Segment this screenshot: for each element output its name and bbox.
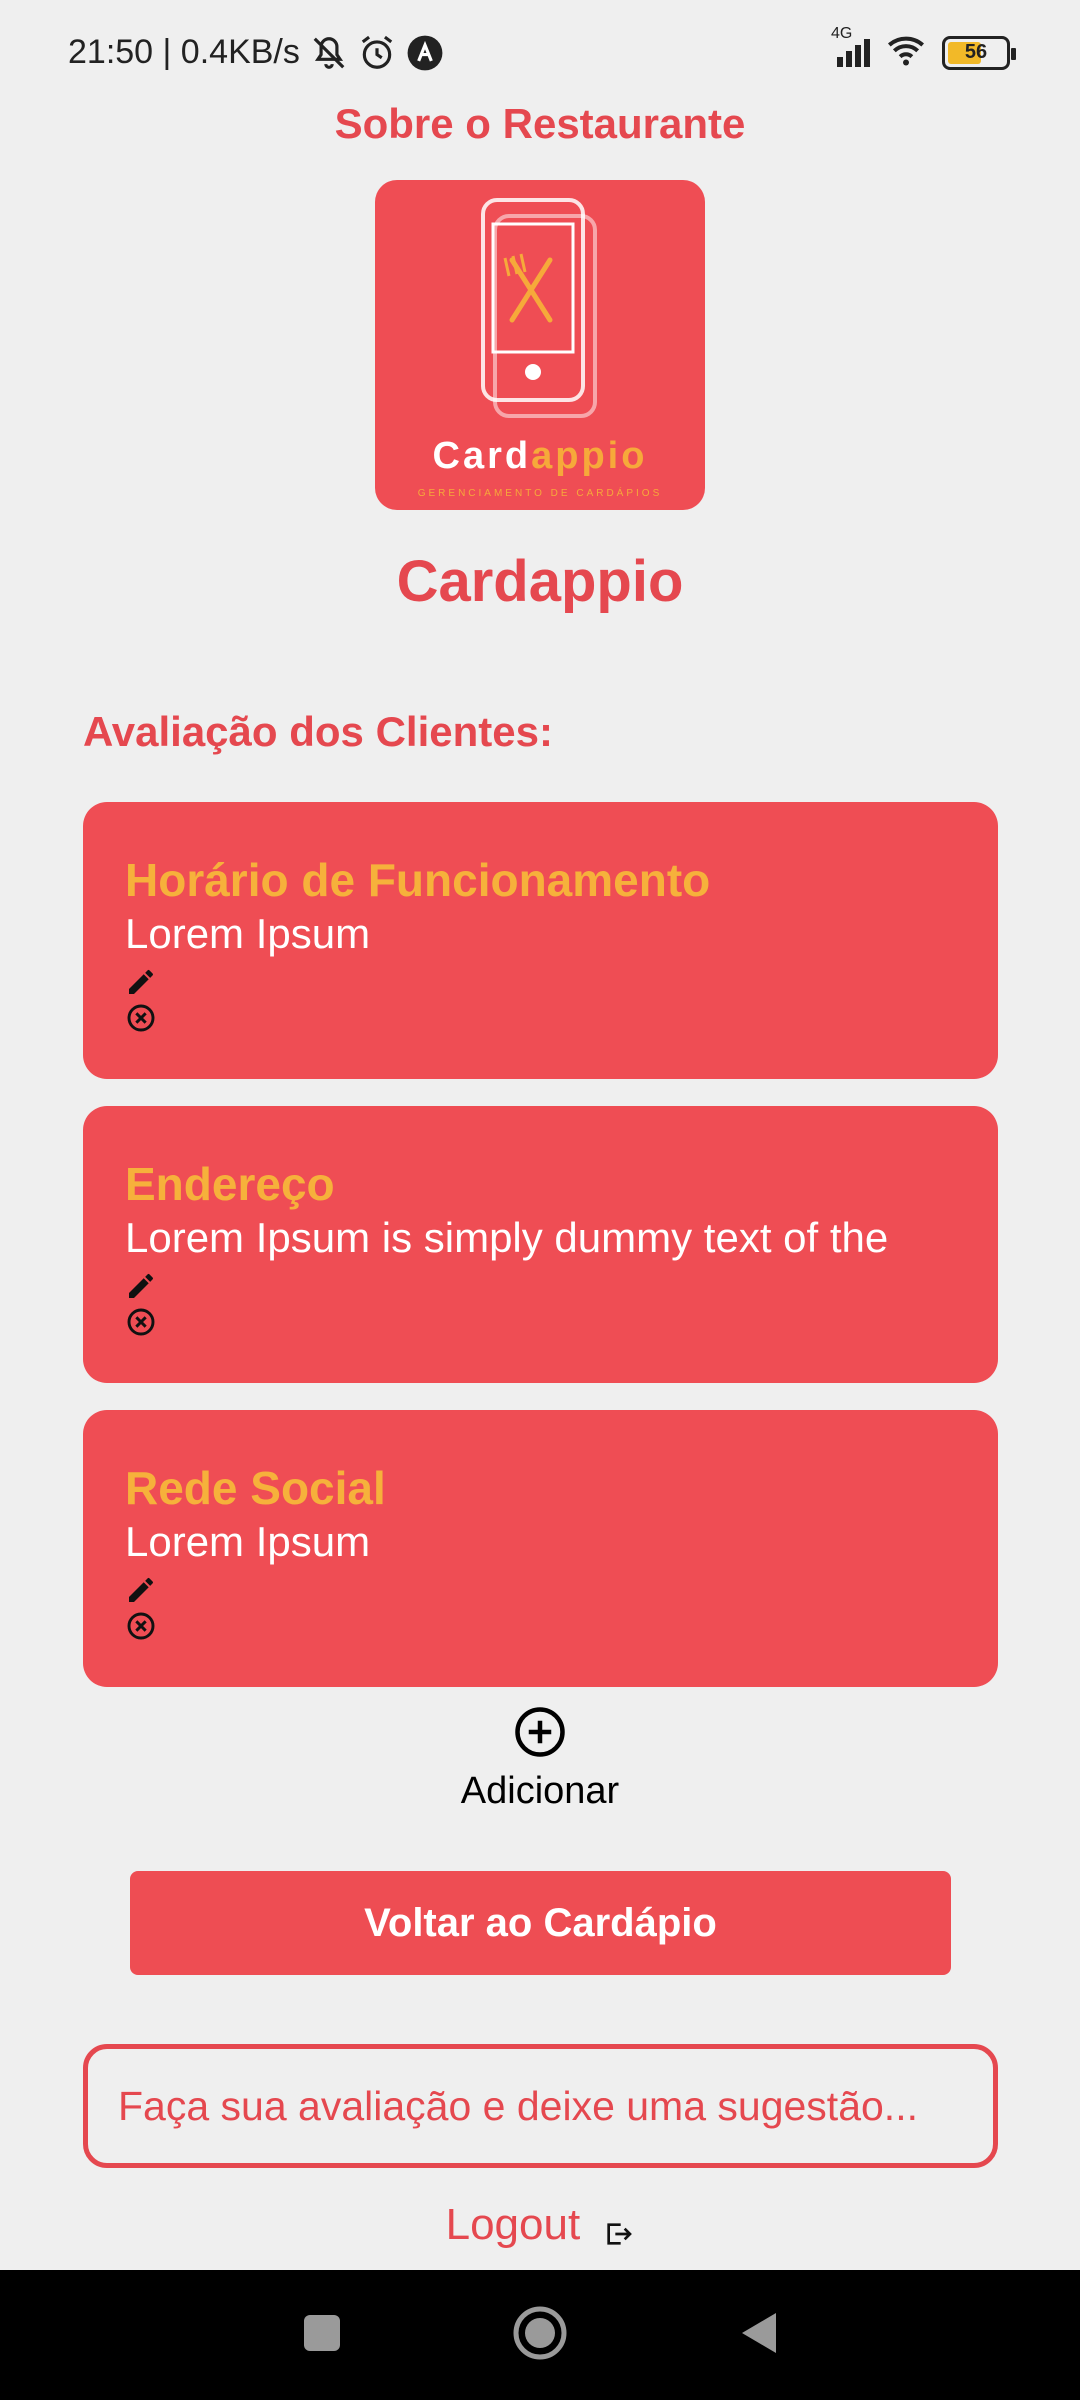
system-nav-bar xyxy=(0,2270,1080,2400)
edit-pencil-icon[interactable] xyxy=(125,1270,157,1302)
logo-wordmark: Cardappio xyxy=(432,435,648,477)
reviews-label: Avaliação dos Clientes: xyxy=(83,708,553,755)
card-title: Endereço xyxy=(125,1158,335,1210)
restaurant-logo: Cardappio GERENCIAMENTO DE CARDÁPIOS xyxy=(375,180,705,510)
review-card: Endereço Lorem Ipsum is simply dummy tex… xyxy=(83,1106,998,1383)
delete-x-circle-icon[interactable] xyxy=(125,1306,157,1338)
home-circle-icon[interactable] xyxy=(512,2305,568,2366)
status-bar: 21:50 | 0.4KB/s 4G 56 xyxy=(0,0,1080,105)
logout-label: Logout xyxy=(445,2200,581,2249)
add-label: Adicionar xyxy=(460,1770,620,1812)
card-title: Rede Social xyxy=(125,1462,386,1514)
delete-x-circle-icon[interactable] xyxy=(125,1610,157,1642)
card-title: Horário de Funcionamento xyxy=(125,854,711,906)
back-to-menu-button[interactable]: Voltar ao Cardápio xyxy=(130,1871,951,1975)
battery-icon: 56 xyxy=(942,35,1016,70)
status-time: 21:50 | 0.4KB/s xyxy=(68,33,300,71)
review-card: Rede Social Lorem Ipsum xyxy=(83,1410,998,1687)
status-left: 21:50 | 0.4KB/s xyxy=(68,33,444,72)
add-button[interactable]: Adicionar xyxy=(390,1705,690,1813)
signal-icon: 4G xyxy=(831,25,870,67)
logout-link[interactable]: Logout xyxy=(0,2200,1080,2250)
card-body: Lorem Ipsum is simply dummy text of the xyxy=(125,1214,889,1261)
alarm-icon xyxy=(358,34,396,72)
feedback-input[interactable] xyxy=(83,2044,998,2168)
delete-x-circle-icon[interactable] xyxy=(125,1002,157,1034)
page-title: Sobre o Restaurante xyxy=(334,100,746,147)
edit-pencil-icon[interactable] xyxy=(125,966,157,998)
card-body: Lorem Ipsum xyxy=(125,1518,371,1565)
review-card: Horário de Funcionamento Lorem Ipsum xyxy=(83,802,998,1079)
plus-circle-icon[interactable] xyxy=(513,1705,567,1759)
status-right: 4G 56 xyxy=(831,25,1016,75)
network-type: 4G xyxy=(831,24,853,42)
card-body: Lorem Ipsum xyxy=(125,910,371,957)
logout-icon[interactable] xyxy=(602,2211,634,2246)
phone-cutlery-icon xyxy=(481,198,597,418)
wifi-icon xyxy=(884,30,928,75)
restaurant-name: Cardappio xyxy=(396,549,684,614)
edit-pencil-icon[interactable] xyxy=(125,1574,157,1606)
logo-tagline: GERENCIAMENTO DE CARDÁPIOS xyxy=(417,488,663,499)
battery-level: 56 xyxy=(964,41,988,63)
recent-apps-square-icon[interactable] xyxy=(302,2313,342,2358)
back-triangle-icon[interactable] xyxy=(738,2311,778,2360)
bell-off-icon xyxy=(310,34,348,72)
app-a-icon xyxy=(406,34,444,72)
